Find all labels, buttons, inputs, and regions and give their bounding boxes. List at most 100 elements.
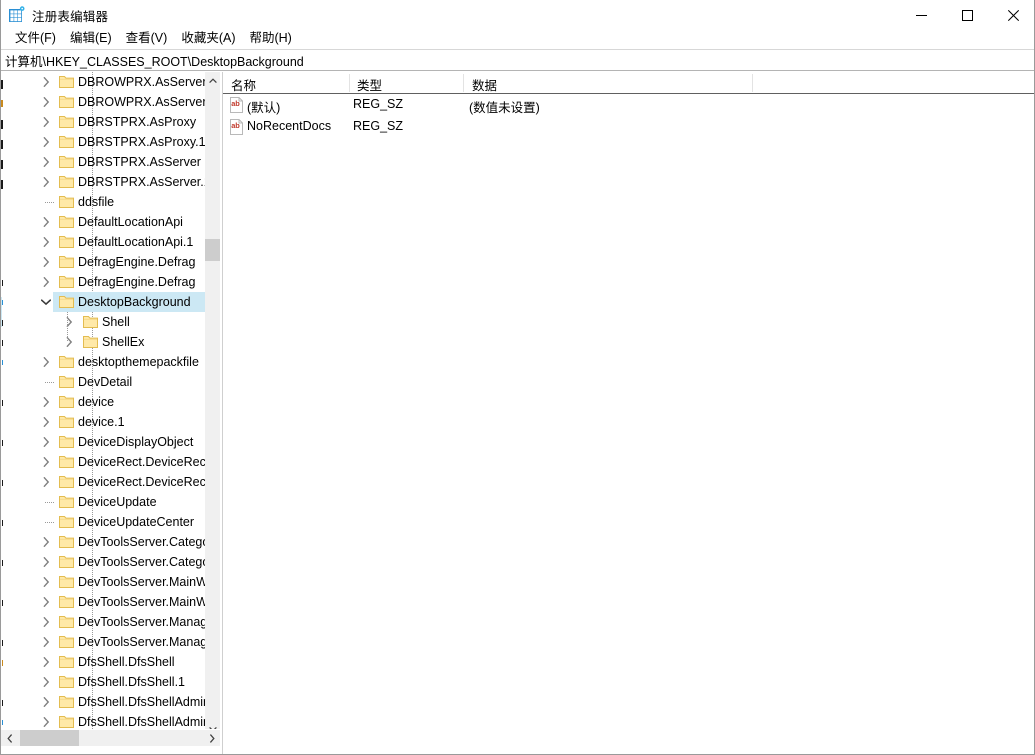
column-divider-2[interactable]: [463, 74, 464, 92]
chevron-right-icon[interactable]: [38, 252, 54, 272]
tree-item[interactable]: Shell: [1, 312, 205, 332]
chevron-right-icon[interactable]: [38, 532, 54, 552]
chevron-right-icon[interactable]: [38, 652, 54, 672]
chevron-right-icon[interactable]: [38, 692, 54, 712]
menu-item-view-label: 查看(V): [125, 30, 168, 45]
scroll-left-arrow-icon[interactable]: [1, 730, 18, 746]
tree-vertical-scrollbar[interactable]: [205, 72, 220, 737]
chevron-right-icon[interactable]: [38, 452, 54, 472]
tree-item[interactable]: DBRSTPRX.AsServer: [1, 152, 205, 172]
tree-item[interactable]: ShellEx: [1, 332, 205, 352]
tree-horizontal-scrollbar[interactable]: [1, 729, 220, 746]
tree-horizontal-scroll-thumb[interactable]: [20, 730, 79, 746]
tree-item[interactable]: DeviceRect.DeviceRect: [1, 452, 205, 472]
tree-item[interactable]: DevToolsServer.Category: [1, 532, 205, 552]
tree-item[interactable]: DBRSTPRX.AsProxy: [1, 112, 205, 132]
tree-item-label: DeviceDisplayObject: [78, 435, 194, 449]
tree-item[interactable]: DeviceRect.DeviceRect: [1, 472, 205, 492]
chevron-right-icon[interactable]: [38, 672, 54, 692]
tree-item[interactable]: DfsShell.DfsShell.1: [1, 672, 205, 692]
chevron-down-icon[interactable]: [38, 292, 54, 312]
tree-item[interactable]: DevToolsServer.MainWin: [1, 572, 205, 592]
column-divider-3[interactable]: [752, 74, 753, 92]
tree-item[interactable]: device: [1, 392, 205, 412]
chevron-right-icon[interactable]: [38, 72, 54, 92]
tree-item[interactable]: DBROWPRX.AsServer: [1, 92, 205, 112]
chevron-right-icon[interactable]: [61, 332, 77, 352]
tree-item[interactable]: ddsfile: [1, 192, 205, 212]
tree-item[interactable]: DefaultLocationApi: [1, 212, 205, 232]
tree-item[interactable]: DBRSTPRX.AsServer.1: [1, 172, 205, 192]
folder-icon: [59, 355, 74, 368]
column-divider-1[interactable]: [349, 74, 350, 92]
tree-item[interactable]: DfsShell.DfsShellAdmin: [1, 692, 205, 712]
tree-vertical-scroll-thumb[interactable]: [205, 239, 220, 261]
tree-connector-stub: [45, 502, 54, 503]
menu-item-file-label: 文件(F): [15, 30, 56, 45]
chevron-right-icon[interactable]: [38, 592, 54, 612]
tree-subconnector-line: [67, 312, 68, 342]
scroll-up-arrow-icon[interactable]: [205, 72, 220, 89]
folder-icon: [59, 615, 74, 628]
address-bar[interactable]: 计算机\HKEY_CLASSES_ROOT\DesktopBackground: [1, 49, 1034, 71]
tree-item[interactable]: DefaultLocationApi.1: [1, 232, 205, 252]
tree-item[interactable]: DevToolsServer.MainWin: [1, 592, 205, 612]
menu-item-favorites[interactable]: 收藏夹(A): [174, 30, 242, 47]
tree-item[interactable]: DefragEngine.Defrag: [1, 252, 205, 272]
chevron-right-icon[interactable]: [38, 152, 54, 172]
registry-values-pane[interactable]: 名称 类型 数据 ab (默认) REG_SZ (数值未设置) ab NoRecentDo…: [222, 72, 1034, 754]
chevron-right-icon[interactable]: [38, 472, 54, 492]
tree-item[interactable]: DeviceUpdate: [1, 492, 205, 512]
column-header-type[interactable]: 类型: [357, 75, 382, 94]
tree-item-label: DBROWPRX.AsServer: [78, 75, 205, 89]
tree-item-selected[interactable]: DesktopBackground: [1, 292, 205, 312]
tree-item[interactable]: DfsShell.DfsShell: [1, 652, 205, 672]
tree-item[interactable]: DevDetail: [1, 372, 205, 392]
tree-item-label: DevToolsServer.Category: [78, 535, 205, 549]
chevron-right-icon[interactable]: [38, 92, 54, 112]
column-header-data[interactable]: 数据: [472, 75, 497, 94]
tree-item[interactable]: DBROWPRX.AsServer: [1, 72, 205, 92]
value-row[interactable]: ab (默认) REG_SZ (数值未设置): [223, 94, 1034, 116]
chevron-right-icon[interactable]: [38, 352, 54, 372]
menu-item-edit[interactable]: 编辑(E): [63, 30, 119, 47]
menu-item-help-label: 帮助(H): [249, 30, 292, 45]
chevron-right-icon[interactable]: [38, 392, 54, 412]
chevron-right-icon[interactable]: [38, 272, 54, 292]
chevron-right-icon[interactable]: [38, 572, 54, 592]
scrolled-text-edge-artifact: [1, 72, 5, 729]
tree-item[interactable]: device.1: [1, 412, 205, 432]
chevron-right-icon[interactable]: [38, 212, 54, 232]
menu-item-file[interactable]: 文件(F): [8, 30, 63, 47]
chevron-right-icon[interactable]: [38, 412, 54, 432]
column-header-name[interactable]: 名称: [231, 75, 256, 94]
tree-item[interactable]: DBRSTPRX.AsProxy.1: [1, 132, 205, 152]
tree-item[interactable]: desktopthemepackfile: [1, 352, 205, 372]
chevron-right-icon[interactable]: [61, 312, 77, 332]
chevron-right-icon[interactable]: [38, 432, 54, 452]
chevron-right-icon[interactable]: [38, 132, 54, 152]
string-value-icon: ab: [229, 119, 244, 135]
registry-tree-pane[interactable]: DBROWPRX.AsServer DBROWPRX.AsServer DBRSTP…: [1, 72, 220, 754]
chevron-right-icon[interactable]: [38, 552, 54, 572]
scroll-right-arrow-icon[interactable]: [203, 730, 220, 746]
chevron-right-icon[interactable]: [38, 112, 54, 132]
tree-item[interactable]: DevToolsServer.Manager: [1, 612, 205, 632]
minimize-button[interactable]: [898, 0, 944, 31]
value-name: (默认): [247, 101, 281, 115]
value-row[interactable]: ab NoRecentDocs REG_SZ: [223, 116, 1034, 138]
maximize-button[interactable]: [944, 0, 990, 31]
chevron-right-icon[interactable]: [38, 632, 54, 652]
tree-item[interactable]: DeviceDisplayObject: [1, 432, 205, 452]
menu-item-help[interactable]: 帮助(H): [242, 30, 298, 47]
close-button[interactable]: [990, 0, 1034, 31]
tree-item[interactable]: DeviceUpdateCenter: [1, 512, 205, 532]
folder-icon: [59, 155, 74, 168]
tree-item[interactable]: DevToolsServer.Manager: [1, 632, 205, 652]
tree-item[interactable]: DevToolsServer.Category: [1, 552, 205, 572]
chevron-right-icon[interactable]: [38, 232, 54, 252]
chevron-right-icon[interactable]: [38, 612, 54, 632]
tree-item[interactable]: DefragEngine.Defrag: [1, 272, 205, 292]
chevron-right-icon[interactable]: [38, 172, 54, 192]
menu-item-view[interactable]: 查看(V): [119, 30, 175, 47]
